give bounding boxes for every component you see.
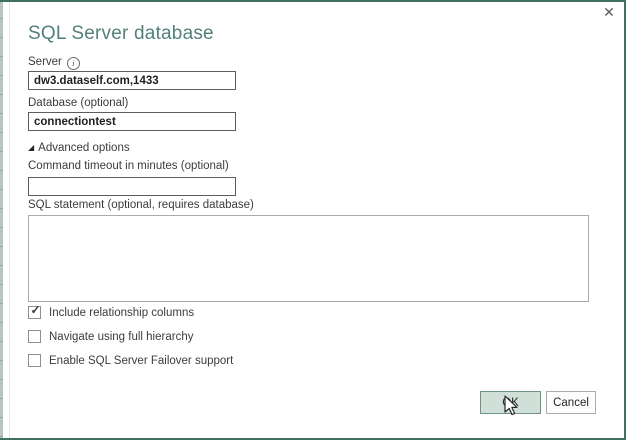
checkbox-checked-icon[interactable]: ✓: [28, 306, 41, 319]
ok-button[interactable]: OK: [480, 391, 541, 414]
checkbox-include-relationship-columns[interactable]: ✓ Include relationship columns: [28, 306, 194, 319]
sql-statement-label: SQL statement (optional, requires databa…: [28, 199, 254, 211]
checkbox-sql-failover-support[interactable]: Enable SQL Server Failover support: [28, 354, 233, 367]
command-timeout-label: Command timeout in minutes (optional): [28, 160, 229, 172]
server-input[interactable]: [28, 71, 236, 90]
checkbox-navigate-full-hierarchy[interactable]: Navigate using full hierarchy: [28, 330, 193, 343]
background-window-edge: [0, 0, 3, 440]
cancel-button[interactable]: Cancel: [546, 391, 596, 414]
page-title: SQL Server database: [28, 23, 214, 45]
database-label: Database (optional): [28, 97, 128, 109]
checkbox-unchecked-icon[interactable]: [28, 330, 41, 343]
database-input[interactable]: [28, 112, 236, 131]
sql-server-database-dialog: ✕ SQL Server database Serveri Database (…: [0, 0, 626, 440]
collapse-triangle-icon: ◢: [28, 143, 34, 152]
command-timeout-input[interactable]: [28, 177, 236, 196]
advanced-options-toggle[interactable]: ◢Advanced options: [28, 142, 130, 154]
info-icon[interactable]: i: [67, 57, 80, 70]
sql-statement-textarea[interactable]: [28, 215, 589, 302]
close-icon[interactable]: ✕: [601, 4, 617, 20]
checkbox-unchecked-icon[interactable]: [28, 354, 41, 367]
server-label: Serveri: [28, 56, 80, 70]
dialog-left-border: [9, 2, 10, 438]
